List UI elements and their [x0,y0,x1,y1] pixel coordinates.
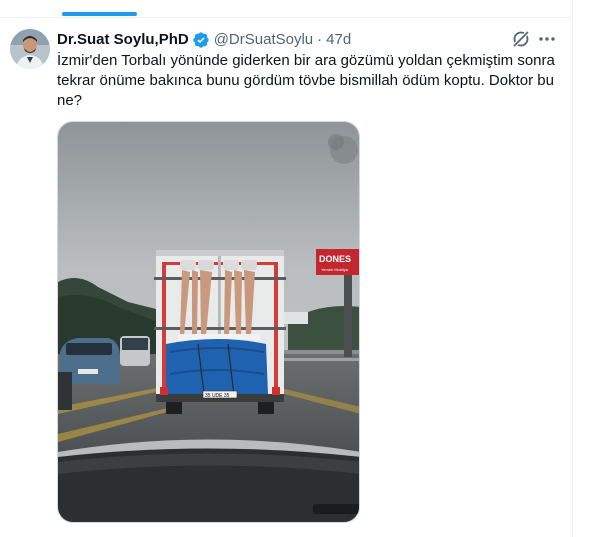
active-tab-indicator [62,12,137,16]
tweet-header: Dr.Suat Soylu,PhD @DrSuatSoylu · 47d [57,30,351,50]
verified-badge-icon [192,31,210,49]
license-plate-text: 35 UDE 35 [205,393,230,399]
timeline: Dr.Suat Soylu,PhD @DrSuatSoylu · 47d İzm… [0,0,573,537]
billboard-text: DONES [319,254,351,264]
media-photo-illustration: DONES Yemek Mobilya 35 UDE 35 [58,122,359,522]
billboard-subtext: Yemek Mobilya [321,267,349,272]
avatar[interactable] [10,29,50,69]
grok-icon[interactable] [511,29,531,49]
avatar-image [10,29,50,69]
tweet-timestamp[interactable]: 47d [326,30,351,50]
more-horizontal-icon[interactable] [537,29,557,49]
separator-dot: · [317,31,323,48]
top-divider [0,17,573,18]
author-handle[interactable]: @DrSuatSoylu [214,30,313,50]
tweet-text: İzmir'den Torbalı yönünde giderken bir a… [57,52,560,109]
right-gutter [573,0,600,537]
tweet-media-photo[interactable]: DONES Yemek Mobilya 35 UDE 35 [57,121,360,523]
author-name[interactable]: Dr.Suat Soylu,PhD [57,30,189,50]
